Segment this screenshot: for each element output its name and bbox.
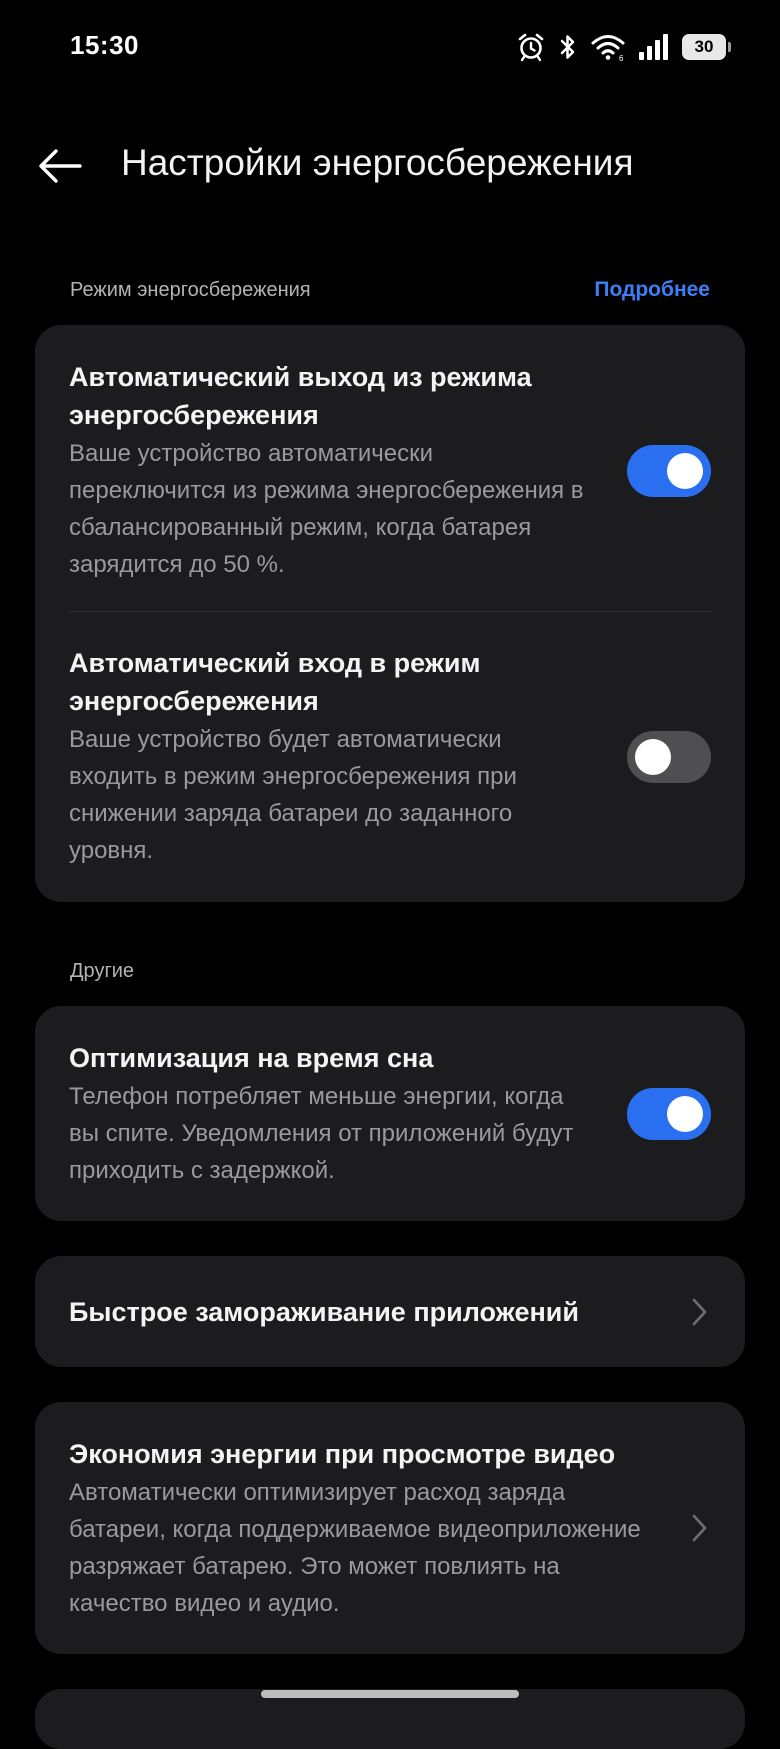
row-description: Ваше устройство автоматически переключит…: [69, 440, 584, 578]
auto-enter-row[interactable]: Автоматический вход в режим энергосбереж…: [35, 612, 745, 897]
chevron-right-icon: [687, 1512, 711, 1544]
section-header-other: Другие: [70, 960, 710, 983]
battery-icon: 30: [682, 34, 731, 60]
status-bar: 15:30 6 30: [0, 0, 780, 96]
row-description: Телефон потребляет меньше энергии, когда…: [69, 1082, 574, 1184]
sleep-optimization-toggle[interactable]: [627, 1087, 711, 1140]
quick-freeze-row[interactable]: Быстрое замораживание приложений: [35, 1256, 745, 1367]
alarm-icon: [516, 32, 546, 62]
back-button[interactable]: [34, 140, 86, 192]
home-indicator[interactable]: [261, 1690, 519, 1698]
quick-freeze-card: Быстрое замораживание приложений: [35, 1256, 745, 1367]
row-title: Быстрое замораживание приложений: [69, 1296, 579, 1327]
sleep-optimization-row[interactable]: Оптимизация на время сна Телефон потребл…: [35, 1006, 745, 1221]
row-title: Оптимизация на время сна: [69, 1042, 434, 1073]
row-description: Автоматически оптимизирует расход заряда…: [69, 1478, 641, 1617]
bluetooth-icon: [558, 32, 578, 62]
toggle-knob: [667, 1095, 703, 1132]
header: Настройки энергосбережения: [0, 130, 780, 200]
chevron-right-icon: [687, 1296, 711, 1328]
sleep-optimization-card: Оптимизация на время сна Телефон потребл…: [35, 1006, 745, 1221]
toggle-knob: [667, 452, 703, 489]
section-title: Другие: [70, 960, 135, 982]
section-title: Режим энергосбережения: [70, 278, 311, 301]
row-title: Автоматический вход в режим энергосбереж…: [69, 648, 481, 716]
arrow-left-icon: [39, 149, 82, 183]
wifi-icon: 6: [590, 32, 626, 62]
status-time: 15:30: [70, 30, 139, 60]
auto-exit-row[interactable]: Автоматический выход из режима энергосбе…: [35, 325, 745, 611]
toggle-knob: [635, 738, 671, 775]
row-title: Экономия энергии при просмотре видео: [69, 1438, 616, 1469]
auto-exit-toggle[interactable]: [627, 444, 711, 497]
next-card: [35, 1689, 745, 1749]
status-icons: 6 30: [516, 30, 731, 64]
more-info-link[interactable]: Подробнее: [594, 278, 710, 302]
page-title: Настройки энергосбережения: [121, 142, 634, 183]
video-saving-card: Экономия энергии при просмотре видео Авт…: [35, 1402, 745, 1654]
battery-level: 30: [694, 37, 714, 56]
row-title: Автоматический выход из режима энергосбе…: [69, 362, 532, 430]
video-saving-row[interactable]: Экономия энергии при просмотре видео Авт…: [35, 1402, 745, 1654]
row-description: Ваше устройство будет автоматически вход…: [69, 726, 517, 864]
svg-text:6: 6: [619, 54, 624, 62]
section-header-power-saving: Режим энергосбережения Подробнее: [70, 278, 710, 302]
auto-enter-toggle[interactable]: [627, 730, 711, 783]
signal-icon: [638, 32, 670, 62]
power-saving-card: Автоматический выход из режима энергосбе…: [35, 325, 745, 902]
